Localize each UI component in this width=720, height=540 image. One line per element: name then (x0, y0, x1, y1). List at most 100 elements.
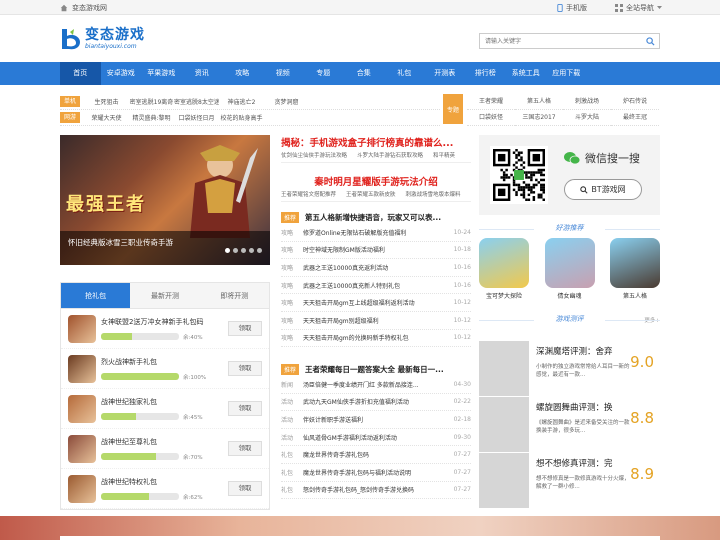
nav-item[interactable]: 视频 (263, 62, 304, 85)
quick-link[interactable]: 生死狙击 (84, 97, 129, 106)
nav-item[interactable]: 安卓游戏 (101, 62, 142, 85)
game-icon[interactable] (544, 238, 595, 288)
news-title[interactable]: 伴妖计新职手游送福利 (303, 415, 451, 424)
reviews-more-link[interactable]: 更多+ (644, 316, 660, 324)
site-name[interactable]: 变态游戏网 (72, 3, 107, 13)
news-title[interactable]: 修罗道Online无限钻石破解版充值福利 (303, 228, 451, 237)
gift-name[interactable]: 战神世纪特权礼包 (101, 477, 221, 487)
review-thumbnail[interactable] (479, 341, 529, 396)
list-item[interactable]: 攻略 武器之王送10000真充新人特别礼包 10-16 (281, 277, 471, 295)
hero-banner[interactable]: 最强王者 怀旧经典版冰雪三职业传奇手游 (60, 135, 270, 265)
pager-dot[interactable] (241, 248, 246, 253)
game-icon[interactable] (68, 394, 96, 423)
search-icon[interactable] (646, 37, 655, 46)
gift-name[interactable]: 战神世纪独家礼包 (101, 397, 221, 407)
headline-1[interactable]: 揭秘：手机游戏盒子排行榜真的靠谱么... (281, 135, 471, 151)
news-category[interactable]: 攻略 (281, 333, 303, 342)
special-topic-link[interactable]: 三国志2017 (515, 110, 563, 126)
headline-sub-link[interactable]: 斗罗大陆手游钻石获取攻略 (357, 151, 423, 159)
news-category[interactable]: 攻略 (281, 298, 303, 307)
list-item[interactable]: 活动 仙风道骨GM手游福利活动返利活动 09-30 (281, 429, 471, 447)
review-item[interactable]: 深渊魔塔评测：舍弃 小制作的独立游戏常常给人耳目一新的感觉，最近有一款... 9… (479, 341, 660, 399)
nav-item[interactable]: 攻略 (222, 62, 263, 85)
special-topic-link[interactable]: 斗罗大陆 (563, 110, 611, 126)
quick-link[interactable]: 校花的贴身高手 (219, 113, 264, 122)
news-category[interactable]: 攻略 (281, 263, 303, 272)
pager-dot[interactable] (257, 248, 262, 253)
good-game-name[interactable]: 宝可梦大探险 (486, 293, 522, 300)
quick-link[interactable]: 贪梦洞窟 (264, 97, 309, 106)
news-title[interactable]: 仙风道骨GM手游福利活动返利活动 (303, 433, 451, 442)
news-title[interactable]: 天天狙击开局gm的兑换码新手特权礼包 (303, 333, 451, 342)
news-category[interactable]: 攻略 (281, 281, 303, 290)
special-topic-link[interactable]: 第五人格 (515, 94, 563, 110)
list-item[interactable]: 攻略 天天狙击开局gm别超级福利 10-12 (281, 312, 471, 330)
news-category[interactable]: 攻略 (281, 245, 303, 254)
news-category[interactable]: 礼包 (281, 450, 303, 459)
good-game-item[interactable]: 第五人格 (610, 238, 660, 300)
list-item[interactable]: 攻略 天天狙击开局gm的兑换码新手特权礼包 10-12 (281, 330, 471, 348)
headline-sub-link[interactable]: 王者荣耀铭文搭配推荐 (281, 190, 336, 198)
special-topic-link[interactable]: 最终王冠 (611, 110, 659, 126)
list-item[interactable]: 礼包 魔龙世界传奇手游礼包码 07-27 (281, 446, 471, 464)
special-topic-link[interactable]: 口袋妖怪 (467, 110, 515, 126)
list-item[interactable]: 攻略 天天狙击开局gm互上线超级福利返利活动 10-12 (281, 294, 471, 312)
pager-dot[interactable] (225, 248, 230, 253)
pager-dot[interactable] (233, 248, 238, 253)
news-title[interactable]: 武器之王送10000真充返利活动 (303, 263, 451, 272)
quick-link[interactable]: 口袋妖怪日月 (174, 113, 219, 122)
site-home-link[interactable]: 变态游戏网 (60, 3, 107, 13)
nav-item[interactable]: 专题 (303, 62, 344, 85)
nav-item[interactable]: 首页 (60, 62, 101, 85)
news-category[interactable]: 活动 (281, 397, 303, 406)
news-category[interactable]: 攻略 (281, 228, 303, 237)
review-item[interactable]: 螺旋圆舞曲评测：换 《螺旋圆舞曲》是近来备受关注的一款换装手游，很多玩... 8… (479, 397, 660, 455)
claim-button[interactable]: 领取 (228, 481, 262, 496)
claim-button[interactable]: 领取 (228, 321, 262, 336)
news-category[interactable]: 攻略 (281, 316, 303, 325)
news-title[interactable]: 魔龙世界传奇手游礼包码 (303, 450, 451, 459)
news-title[interactable]: 时空神域无限制GM版活动福利 (303, 245, 451, 254)
gift-tab[interactable]: 抢礼包 (61, 283, 131, 308)
pager-dot[interactable] (249, 248, 254, 253)
review-thumbnail[interactable] (479, 453, 529, 508)
news-head[interactable]: 推荐 第五人格新增快捷语音，玩家又可以表... (281, 210, 471, 224)
claim-button[interactable]: 领取 (228, 441, 262, 456)
news-head[interactable]: 推荐 王者荣耀每日一题答案大全 最新每日一... (281, 362, 471, 376)
good-game-name[interactable]: 第五人格 (623, 293, 647, 300)
nav-item[interactable]: 排行榜 (465, 62, 506, 85)
special-topic-link[interactable]: 炉石传说 (611, 94, 659, 110)
game-icon[interactable] (68, 434, 96, 463)
gift-name[interactable]: 烈火战神新手礼包 (101, 357, 221, 367)
news-title[interactable]: 武动九天GM仙侠手游折扣充值福利活动 (303, 397, 451, 406)
gift-tab[interactable]: 即将开测 (199, 283, 269, 308)
headline-sub-link[interactable]: 王者荣耀五款新皮肤 (346, 190, 396, 198)
news-title[interactable]: 汤臣倍健一季度业绩开门红 多款新品接连... (303, 380, 451, 389)
nav-item[interactable]: 资讯 (182, 62, 223, 85)
game-icon[interactable] (479, 238, 529, 288)
quick-link[interactable]: 密室逃脱19离奇 (129, 97, 174, 106)
good-game-item[interactable]: 宝可梦大探险 (479, 238, 529, 300)
news-category[interactable]: 活动 (281, 433, 303, 442)
gift-tab[interactable]: 最新开测 (130, 283, 200, 308)
review-thumbnail[interactable] (479, 397, 529, 452)
claim-button[interactable]: 领取 (228, 361, 262, 376)
news-title[interactable]: 天天狙击开局gm别超级福利 (303, 316, 451, 325)
claim-button[interactable]: 领取 (228, 401, 262, 416)
list-item[interactable]: 新闻 汤臣倍健一季度业绩开门红 多款新品接连... 04-30 (281, 376, 471, 394)
quick-link[interactable]: 荣耀大天使 (84, 113, 129, 122)
special-topic-link[interactable]: 王者荣耀 (467, 94, 515, 110)
list-item[interactable]: 攻略 时空神域无限制GM版活动福利 10-18 (281, 242, 471, 260)
news-title[interactable]: 天天狙击开局gm互上线超级福利返利活动 (303, 298, 451, 307)
game-icon[interactable] (610, 238, 660, 288)
quick-link[interactable]: 密室逃脱8太空迷 (174, 97, 219, 106)
game-icon[interactable] (68, 354, 96, 383)
list-item[interactable]: 攻略 修罗道Online无限钻石破解版充值福利 10-24 (281, 224, 471, 242)
nav-item[interactable]: 礼包 (384, 62, 425, 85)
news-title[interactable]: 魔龙世界传奇手游礼包码与福利活动说明 (303, 468, 451, 477)
list-item[interactable]: 活动 武动九天GM仙侠手游折扣充值福利活动 02-22 (281, 394, 471, 412)
news-title[interactable]: 怒剑传奇手游礼包码_怒剑传奇手游兑换码 (303, 485, 451, 494)
search-input[interactable] (480, 34, 640, 48)
nav-item[interactable]: 苹果游戏 (141, 62, 182, 85)
nav-item[interactable]: 系统工具 (506, 62, 547, 85)
